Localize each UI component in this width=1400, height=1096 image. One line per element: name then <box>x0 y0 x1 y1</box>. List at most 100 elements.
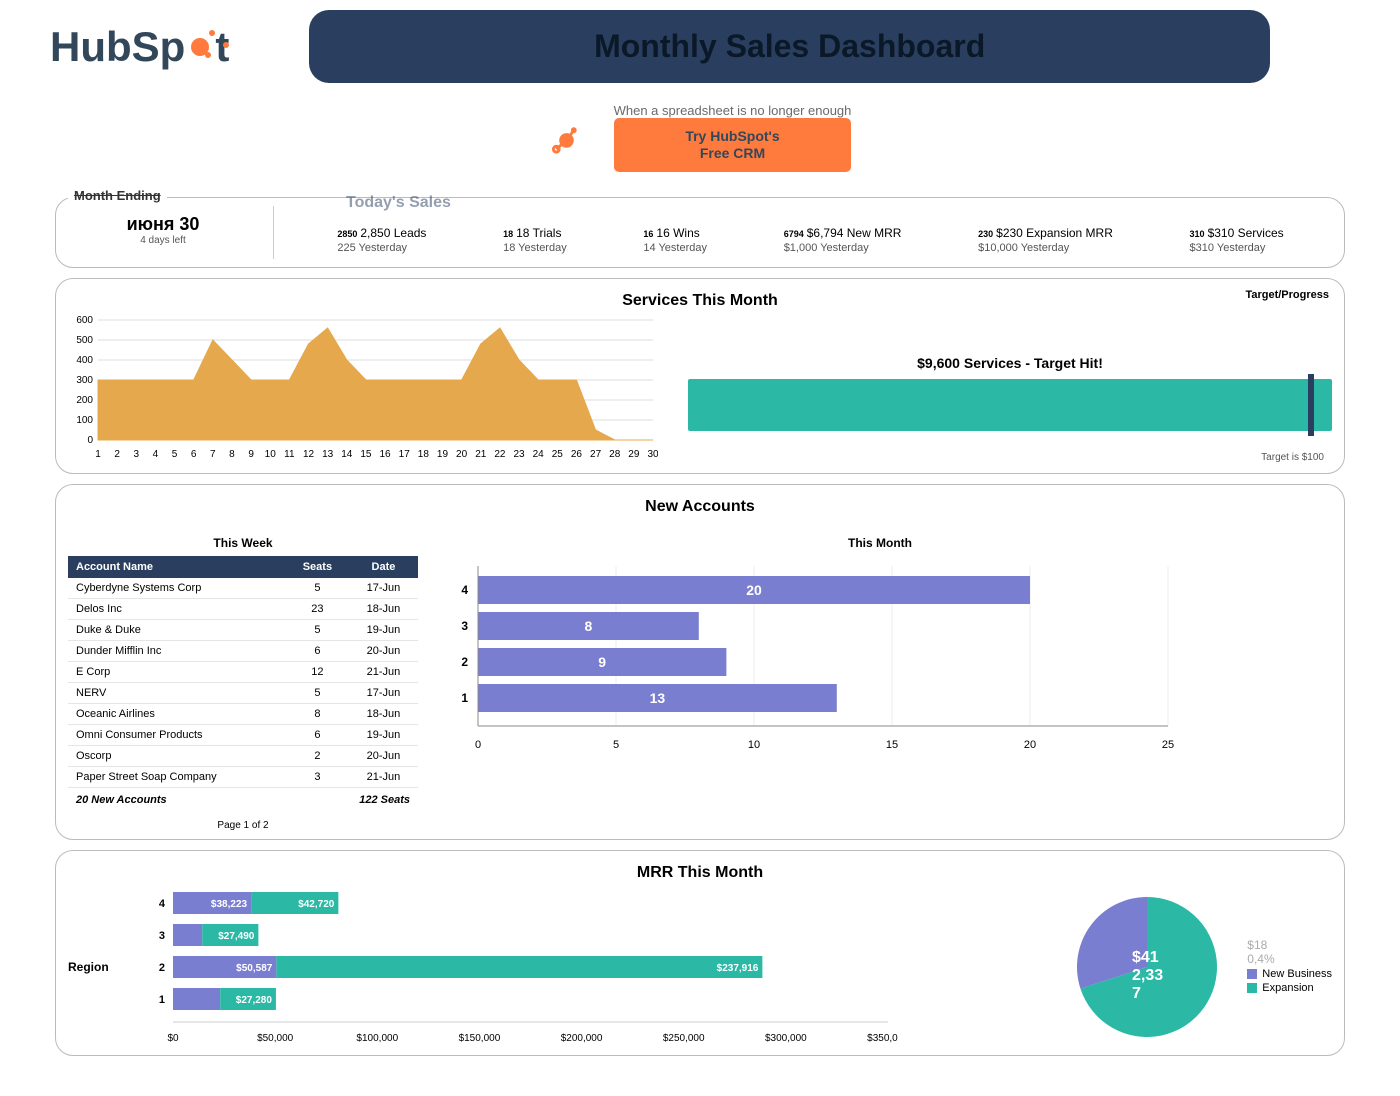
svg-text:21: 21 <box>475 449 487 460</box>
svg-text:17: 17 <box>399 449 411 460</box>
svg-text:$41: $41 <box>1132 949 1159 966</box>
col-header: Account Name <box>68 556 286 578</box>
stat-item: 230$230 Expansion MRR$10,000 Yesterday <box>978 226 1113 254</box>
svg-text:$350,000: $350,000 <box>867 1033 898 1044</box>
svg-text:9: 9 <box>598 654 606 670</box>
services-panel: Services This Month Target/Progress Targ… <box>55 278 1345 474</box>
stat-item: 310$310 Services$310 Yesterday <box>1190 226 1284 254</box>
stat-item: 1616 Wins14 Yesterday <box>643 226 707 254</box>
svg-text:$150,000: $150,000 <box>459 1033 501 1044</box>
svg-text:30: 30 <box>647 449 658 460</box>
subheader: This Month <box>428 536 1332 550</box>
svg-text:14: 14 <box>341 449 353 460</box>
mrr-bar-chart: $0$50,000$100,000$150,000$200,000$250,00… <box>128 887 1067 1047</box>
progress-bar <box>688 379 1332 431</box>
svg-text:0: 0 <box>475 739 481 751</box>
panel-title: New Accounts <box>68 498 1332 516</box>
svg-text:200: 200 <box>76 395 93 406</box>
stat-item: 6794$6,794 New MRR$1,000 Yesterday <box>784 226 902 254</box>
table-row: NERV517-Jun <box>68 682 418 703</box>
svg-text:$237,916: $237,916 <box>717 963 759 974</box>
svg-text:26: 26 <box>571 449 583 460</box>
svg-text:2: 2 <box>114 449 120 460</box>
promo-tagline: When a spreadsheet is no longer enough <box>614 103 852 118</box>
svg-text:1: 1 <box>159 994 165 1006</box>
svg-text:5: 5 <box>172 449 178 460</box>
svg-text:9: 9 <box>248 449 254 460</box>
table-row: Cyberdyne Systems Corp517-Jun <box>68 578 418 599</box>
todays-sales-label: Today's Sales <box>346 194 451 212</box>
progress-marker <box>1308 374 1314 436</box>
svg-text:23: 23 <box>513 449 525 460</box>
svg-text:22: 22 <box>494 449 506 460</box>
table-row: Oscorp220-Jun <box>68 745 418 766</box>
svg-text:3: 3 <box>133 449 139 460</box>
svg-text:8: 8 <box>229 449 235 460</box>
svg-text:600: 600 <box>76 315 93 326</box>
svg-text:$50,587: $50,587 <box>236 963 273 974</box>
svg-text:2: 2 <box>159 962 165 974</box>
table-row: Dunder Mifflin Inc620-Jun <box>68 640 418 661</box>
svg-text:5: 5 <box>613 739 619 751</box>
svg-text:20: 20 <box>746 582 762 598</box>
table-row: Omni Consumer Products619-Jun <box>68 724 418 745</box>
svg-text:$300,000: $300,000 <box>765 1033 807 1044</box>
logo-text: t <box>215 23 229 71</box>
panel-title: Services This Month <box>68 292 1332 310</box>
svg-text:$27,280: $27,280 <box>236 995 273 1006</box>
accounts-panel: New Accounts This Week Account NameSeats… <box>55 484 1345 840</box>
svg-text:$38,223: $38,223 <box>211 899 248 910</box>
svg-text:2: 2 <box>461 655 468 669</box>
table-row: Oceanic Airlines818-Jun <box>68 703 418 724</box>
svg-text:11: 11 <box>284 449 295 460</box>
svg-text:13: 13 <box>322 449 334 460</box>
svg-text:$200,000: $200,000 <box>561 1033 603 1044</box>
subheader: This Week <box>68 536 418 550</box>
svg-text:7: 7 <box>1132 985 1141 1002</box>
promo-bar: When a spreadsheet is no longer enough T… <box>0 93 1400 197</box>
svg-text:2,33: 2,33 <box>1132 967 1163 984</box>
svg-text:25: 25 <box>1162 739 1174 751</box>
pie-legend: New Business Expansion <box>1247 968 1332 994</box>
footer-seats: 122 Seats <box>359 794 410 806</box>
month-date: июня 30 <box>88 214 238 235</box>
svg-text:1: 1 <box>461 691 468 705</box>
svg-text:10: 10 <box>265 449 277 460</box>
pie-callout: $18 <box>1247 938 1332 952</box>
svg-text:20: 20 <box>1024 739 1036 751</box>
panel-title: MRR This Month <box>68 864 1332 882</box>
mrr-pie-area: $412,337 $18 0,4% New Business Expansion <box>1067 887 1332 1047</box>
legend-label: Expansion <box>1262 982 1313 994</box>
sprocket-icon <box>549 120 584 155</box>
progress-area: $9,600 Services - Target Hit! <box>688 315 1332 465</box>
cta-button[interactable]: Try HubSpot's Free CRM <box>614 118 852 172</box>
accounts-table-area: This Week Account NameSeatsDate Cyberdyn… <box>68 521 418 831</box>
svg-text:0: 0 <box>87 435 93 446</box>
svg-text:$100,000: $100,000 <box>356 1033 398 1044</box>
target-label: Target is $100 <box>1261 452 1324 463</box>
table-row: Duke & Duke519-Jun <box>68 619 418 640</box>
svg-text:$42,720: $42,720 <box>298 899 335 910</box>
svg-text:29: 29 <box>628 449 640 460</box>
hubspot-logo: HubSpt <box>50 23 229 71</box>
svg-text:15: 15 <box>886 739 898 751</box>
corner-label: Target/Progress <box>1245 289 1329 301</box>
stat-item: 1818 Trials18 Yesterday <box>503 226 567 254</box>
svg-text:4: 4 <box>159 898 166 910</box>
logo-text: HubSp <box>50 23 185 71</box>
page-indicator: Page 1 of 2 <box>68 820 418 831</box>
col-header: Date <box>349 556 418 578</box>
divider <box>273 206 274 259</box>
table-row: E Corp1221-Jun <box>68 661 418 682</box>
svg-text:100: 100 <box>76 415 93 426</box>
svg-text:1: 1 <box>95 449 101 460</box>
svg-text:27: 27 <box>590 449 602 460</box>
svg-text:15: 15 <box>360 449 372 460</box>
svg-text:19: 19 <box>437 449 449 460</box>
header: HubSpt Monthly Sales Dashboard <box>0 0 1400 93</box>
svg-text:12: 12 <box>303 449 315 460</box>
footer-accounts: 20 New Accounts <box>76 794 167 806</box>
svg-text:500: 500 <box>76 335 93 346</box>
page-title: Monthly Sales Dashboard <box>309 10 1270 83</box>
stats-row: 28502,850 Leads225 Yesterday1818 Trials1… <box>289 206 1332 259</box>
